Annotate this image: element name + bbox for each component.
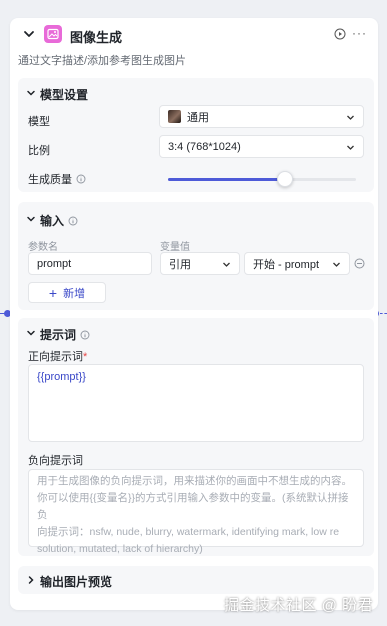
quality-label: 生成质量 [28, 171, 86, 187]
required-mark: * [83, 351, 88, 363]
chevron-down-icon [333, 262, 340, 267]
chevron-down-icon[interactable] [26, 214, 36, 224]
negative-prompt-textarea[interactable]: 用于生成图像的负向提示词，用来描述你的画面中不想生成的内容。 你可以使用{{变量… [28, 469, 364, 555]
variable-value-header: 变量值 [160, 242, 190, 253]
chevron-down-icon[interactable] [26, 328, 36, 338]
negative-prompt-label: 负向提示词 [28, 455, 83, 467]
prompt-title: 提示词 [40, 326, 90, 343]
chevron-down-icon[interactable] [22, 27, 36, 41]
quality-slider-thumb[interactable] [276, 171, 293, 187]
add-input-button[interactable]: + 新增 [28, 282, 106, 303]
positive-prompt-textarea[interactable]: {{prompt}} [28, 364, 364, 442]
node-description: 通过文字描述/添加参考图生成图片 [18, 55, 187, 67]
reference-type-select[interactable]: 引用 [160, 252, 240, 275]
quality-slider-fill [168, 178, 285, 181]
image-generation-node: 图像生成 ··· 通过文字描述/添加参考图生成图片 模型设置 模型 通用 比例 … [10, 18, 378, 610]
model-select[interactable]: 通用 [159, 105, 364, 128]
param-name-input[interactable]: prompt [28, 252, 152, 275]
positive-prompt-label: 正向提示词* [28, 351, 88, 363]
model-value: 通用 [187, 111, 209, 124]
chevron-down-icon [223, 262, 230, 267]
negative-prompt-placeholder-line: 你可以使用{{变量名}}的方式引用输入参数中的变量。(系统默认拼接负 [37, 492, 349, 521]
chevron-right-icon[interactable] [26, 575, 36, 585]
output-preview-title: 输出图片预览 [40, 575, 113, 589]
ratio-value: 3:4 (768*1024) [168, 140, 241, 153]
output-preview-panel[interactable]: 输出图片预览 [18, 566, 374, 594]
right-connector-line [380, 313, 387, 314]
plus-icon: + [48, 284, 58, 301]
negative-prompt-placeholder-line: 向提示词：nsfw, nude, blurry, watermark, iden… [37, 526, 340, 538]
model-settings-panel: 模型设置 模型 通用 比例 3:4 (768*1024) 生成质量 [18, 78, 374, 192]
chevron-down-icon[interactable] [26, 88, 36, 98]
input-panel: 输入 参数名 变量值 prompt 引用 开始 - prompt + 新增 [18, 202, 374, 310]
image-node-icon [44, 25, 62, 43]
watermark: 掘金技术社区 @ 盼君 [224, 597, 374, 614]
chevron-down-icon [347, 145, 354, 150]
input-title: 输入 [40, 212, 78, 229]
negative-prompt-placeholder-line: 用于生成图像的负向提示词，用来描述你的画面中不想生成的内容。 [37, 475, 352, 487]
chevron-down-icon [347, 115, 354, 120]
node-title: 图像生成 [70, 30, 123, 45]
param-name-header: 参数名 [28, 242, 58, 253]
model-label: 模型 [28, 116, 50, 128]
ratio-select[interactable]: 3:4 (768*1024) [159, 135, 364, 158]
info-icon[interactable] [68, 216, 78, 226]
quality-slider[interactable] [168, 171, 356, 187]
prompt-panel: 提示词 正向提示词* {{prompt}} 负向提示词 用于生成图像的负向提示词… [18, 318, 374, 556]
remove-row-icon[interactable] [354, 258, 365, 269]
model-settings-title: 模型设置 [40, 88, 89, 102]
info-icon[interactable] [76, 174, 86, 184]
more-options-button[interactable]: ··· [352, 26, 367, 40]
image-icon [47, 28, 59, 40]
reference-value-select[interactable]: 开始 - prompt [244, 252, 350, 275]
ratio-label: 比例 [28, 145, 50, 157]
node-header: 图像生成 ··· [10, 18, 378, 52]
model-avatar [168, 110, 181, 123]
info-icon[interactable] [80, 330, 90, 340]
negative-prompt-placeholder-line: solution, mutated, lack of hierarchy) [37, 543, 203, 555]
run-icon[interactable] [334, 28, 346, 40]
